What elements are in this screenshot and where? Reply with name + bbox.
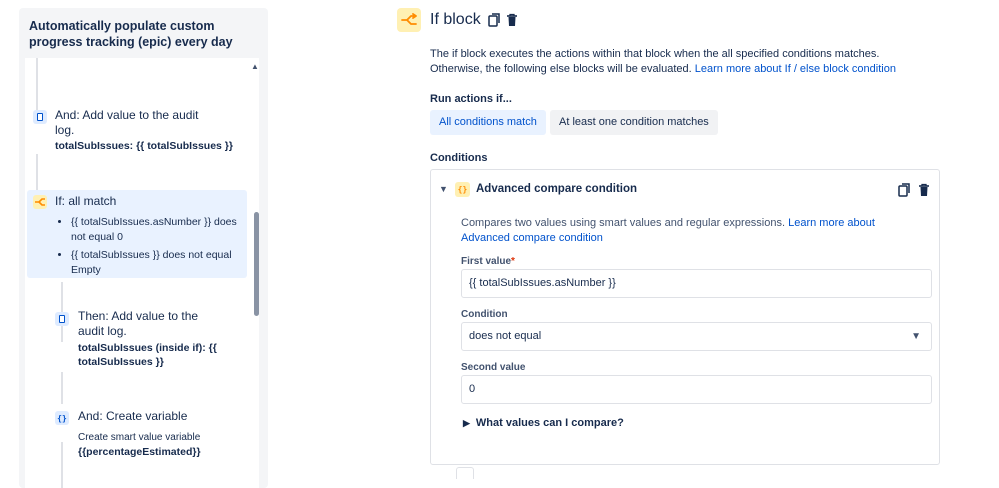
condition-summary-item: {{ totalSubIssues }} does not equal Empt… [71,248,246,278]
if-block-icon [397,8,421,32]
second-value-label: Second value [461,362,526,373]
trash-icon[interactable] [505,12,519,28]
if-block-description: The if block executes the actions within… [430,47,930,77]
first-value-input[interactable]: {{ totalSubIssues.asNumber }} [461,269,932,298]
rule-component-list[interactable]: ▲ And: Add value to the audit log. total… [25,58,259,488]
chevron-down-icon[interactable]: ▼ [439,184,451,194]
flow-line [36,154,38,190]
tab-all-conditions-match[interactable]: All conditions match [430,110,546,135]
chevron-right-icon: ▶ [463,417,470,428]
next-block-stub [456,467,474,479]
component-title: If: all match [55,194,117,208]
rule-outline-panel: Automatically populate custom progress t… [19,8,268,488]
condition-summary-item: {{ totalSubIssues.asNumber }} does not e… [71,215,246,245]
component-detail: totalSubIssues: {{ totalSubIssues }} [55,140,233,152]
component-then-add-audit-log[interactable]: Then: Add value to the audit log. totalS… [25,308,245,378]
what-values-label: What values can I compare? [475,417,624,429]
condition-description: Compares two values using smart values a… [461,216,911,246]
copy-icon[interactable] [897,182,911,198]
component-create-variable[interactable]: {} And: Create variable Create smart val… [25,408,245,468]
condition-label: Condition [461,309,508,320]
what-values-toggle[interactable]: ▶ What values can I compare? [463,417,624,429]
scroll-up-arrow-icon[interactable]: ▲ [251,62,259,71]
copy-icon[interactable] [487,12,501,28]
condition-header[interactable]: ▼ {} Advanced compare condition [439,180,637,198]
chevron-down-icon: ▼ [911,331,921,342]
audit-log-icon [33,110,47,124]
learn-more-link[interactable]: Learn more about If / else block conditi… [695,63,896,75]
component-if-all-match[interactable]: If: all match {{ totalSubIssues.asNumber… [27,190,247,278]
second-value-input[interactable]: 0 [461,375,932,404]
component-detail: totalSubIssues (inside if): {{ totalSubI… [78,342,217,368]
rule-title: Automatically populate custom progress t… [29,19,233,49]
first-value-label-text: First value [461,256,512,267]
scrollbar-thumb[interactable] [254,212,259,316]
advanced-compare-condition-card: ▼ {} Advanced compare condition Compares… [430,169,940,465]
page-title: If block [430,11,481,28]
condition-description-text: Compares two values using smart values a… [461,217,786,229]
if-branch-icon [33,195,47,209]
component-title: And: Add value to the audit log. [55,108,199,137]
tab-at-least-one-condition[interactable]: At least one condition matches [550,110,718,135]
component-title: And: Create variable [78,409,188,423]
audit-log-icon [55,312,69,326]
required-marker: * [511,256,515,267]
first-value-label: First value* [461,256,515,267]
condition-select-value: does not equal [469,330,542,342]
conditions-label: Conditions [430,152,488,164]
condition-title: Advanced compare condition [476,183,638,195]
component-add-audit-log[interactable]: And: Add value to the audit log. totalSu… [25,58,245,158]
component-detail: {{percentageEstimated}} [78,446,201,458]
advanced-compare-icon: {} [455,181,470,197]
condition-select[interactable]: does not equal ▼ [461,322,932,351]
component-subtitle: Create smart value variable [78,432,201,443]
component-title: Then: Add value to the audit log. [78,309,199,338]
trash-icon[interactable] [917,182,931,198]
variable-icon: {} [55,411,69,425]
run-actions-label: Run actions if... [430,93,512,105]
condition-summary-list: {{ totalSubIssues.asNumber }} does not e… [55,215,246,281]
